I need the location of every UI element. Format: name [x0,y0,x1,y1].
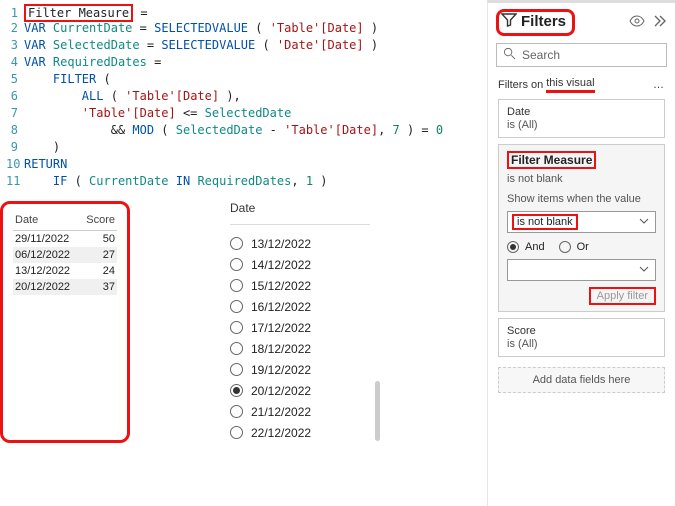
code-line[interactable]: 5 FILTER ( [6,72,481,89]
slicer-option-label: 21/12/2022 [251,405,311,419]
slicer-option[interactable]: 14/12/2022 [230,254,370,275]
toggle-visibility-icon[interactable] [629,14,645,31]
radio-icon [230,405,243,418]
filter-card-date[interactable]: Date is (All) [498,99,665,138]
slicer-option[interactable]: 17/12/2022 [230,317,370,338]
radio-icon [230,342,243,355]
slicer-option[interactable]: 20/12/2022 [230,380,370,401]
slicer-option-label: 16/12/2022 [251,300,311,314]
slicer-option-label: 14/12/2022 [251,258,311,272]
slicer-option-label: 15/12/2022 [251,279,311,293]
col-score[interactable]: Score [80,210,117,231]
slicer-option-label: 20/12/2022 [251,384,311,398]
filter-icon [501,12,517,31]
filters-title: Filters [521,13,566,30]
code-line[interactable]: 10RETURN [6,157,481,174]
col-date[interactable]: Date [13,210,80,231]
slicer-option[interactable]: 19/12/2022 [230,359,370,380]
filter-condition-dropdown[interactable]: is not blank [507,211,656,233]
radio-icon [230,426,243,439]
code-line[interactable]: 11 IF ( CurrentDate IN RequiredDates, 1 … [6,174,481,191]
slicer-option-label: 18/12/2022 [251,342,311,356]
logic-and-radio[interactable] [507,241,519,253]
slicer-header: Date [230,201,370,225]
slicer-scrollbar[interactable] [375,381,380,441]
result-table-visual[interactable]: Date Score 29/11/20225006/12/20222713/12… [0,201,130,443]
chevron-down-icon [639,264,649,276]
filters-section-header: Filters on this visual … [498,77,665,93]
slicer-option-label: 17/12/2022 [251,321,311,335]
date-slicer[interactable]: Date 13/12/2022 14/12/2022 15/12/2022 16/12… [230,201,370,443]
code-line[interactable]: 7 'Table'[Date] <= SelectedDate [6,106,481,123]
radio-icon [230,363,243,376]
slicer-option[interactable]: 13/12/2022 [230,233,370,254]
slicer-option[interactable]: 15/12/2022 [230,275,370,296]
radio-icon [230,237,243,250]
code-line[interactable]: 6 ALL ( 'Table'[Date] ), [6,89,481,106]
add-fields-well[interactable]: Add data fields here [498,367,665,393]
apply-filter-button[interactable]: Apply filter [589,287,656,305]
collapse-pane-icon[interactable] [653,14,667,31]
search-placeholder: Search [522,48,560,62]
dax-editor[interactable]: 1Filter Measure =2VAR CurrentDate = SELE… [0,4,481,191]
code-line[interactable]: 3VAR SelectedDate = SELECTEDVALUE ( 'Dat… [6,38,481,55]
filters-pane: Filters Search Filters on this visual … … [487,0,675,506]
radio-icon [230,279,243,292]
filter-card-measure-desc: Show items when the value [507,193,656,205]
code-line[interactable]: 8 && MOD ( SelectedDate - 'Table'[Date],… [6,123,481,140]
table-row[interactable]: 29/11/202250 [13,231,117,248]
filter-card-measure-title: Filter Measure [507,151,596,169]
filter-card-measure-state: is not blank [507,173,656,185]
radio-icon [230,258,243,271]
chevron-down-icon [639,216,649,228]
filter-condition-dropdown-2[interactable] [507,259,656,281]
radio-icon [230,384,243,397]
slicer-option-label: 19/12/2022 [251,363,311,377]
code-line[interactable]: 2VAR CurrentDate = SELECTEDVALUE ( 'Tabl… [6,21,481,38]
code-line[interactable]: 4VAR RequiredDates = [6,55,481,72]
table-row[interactable]: 06/12/202227 [13,247,117,263]
slicer-option[interactable]: 18/12/2022 [230,338,370,359]
filters-search[interactable]: Search [496,43,667,67]
slicer-option[interactable]: 16/12/2022 [230,296,370,317]
table-row[interactable]: 20/12/202237 [13,279,117,295]
filter-card-measure[interactable]: Filter Measure is not blank Show items w… [498,144,665,312]
logic-or-radio[interactable] [559,241,571,253]
code-line[interactable]: 1Filter Measure = [6,4,481,21]
radio-icon [230,300,243,313]
slicer-option-label: 13/12/2022 [251,237,311,251]
search-icon [503,47,522,63]
slicer-option-label: 22/12/2022 [251,426,311,440]
code-line[interactable]: 9 ) [6,140,481,157]
table-row[interactable]: 13/12/202224 [13,263,117,279]
radio-icon [230,321,243,334]
section-more-icon[interactable]: … [653,79,665,91]
filter-card-score[interactable]: Score is (All) [498,318,665,357]
measure-name-highlight: Filter Measure [24,4,133,22]
slicer-option[interactable]: 22/12/2022 [230,422,370,443]
slicer-option[interactable]: 21/12/2022 [230,401,370,422]
